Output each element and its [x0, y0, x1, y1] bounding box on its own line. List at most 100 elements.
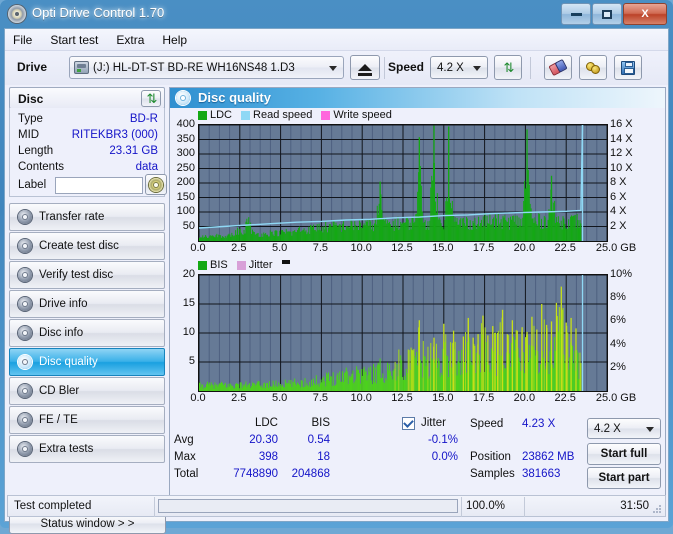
drive-toolbar: Drive (J:) HL-DT-ST BD-RE WH16NS48 1.D3 … [5, 51, 668, 85]
close-button[interactable]: X [623, 3, 667, 25]
sidebar-item-label: Transfer rate [39, 211, 105, 223]
cd-icon [149, 177, 163, 192]
stats-col-ldc: LDC [254, 417, 278, 429]
sidebar-item-fe-te[interactable]: FE / TE [9, 406, 165, 434]
sidebar-item-label: Extra tests [39, 443, 94, 455]
x-tick-label: 25.0 GB [595, 392, 637, 404]
speed-select-value: 4.2 X [437, 61, 464, 74]
legend-label: BIS [210, 259, 228, 271]
y2-tick-label: 10 X [610, 161, 633, 174]
legend-swatch [236, 260, 246, 270]
start-full-label: Start full [600, 448, 648, 460]
x-tick-label: 2.5 [231, 392, 247, 404]
y-tick-label: 10 [182, 326, 195, 338]
menu-item-extra[interactable]: Extra [116, 33, 144, 47]
menu-item-help[interactable]: Help [162, 33, 187, 47]
disc-refresh-button[interactable]: ⇅ [141, 90, 161, 107]
minimize-button[interactable] [561, 3, 591, 25]
sidebar-item-label: Drive info [39, 298, 88, 310]
sidebar-item-label: Disc quality [39, 356, 98, 368]
refresh-icon: ⇅ [503, 60, 515, 75]
x-tick-label: 15.0 [432, 392, 454, 404]
disc-icon [18, 442, 32, 456]
ldc-chart: LDC Read speed Write speed 400 350 300 250 2… [170, 108, 665, 260]
y-tick-label: 350 [176, 132, 195, 145]
y2-tick-label: 6% [610, 314, 626, 327]
menu-item-file[interactable]: File [13, 33, 32, 47]
disc-label-input[interactable] [55, 177, 143, 194]
save-button[interactable] [614, 55, 642, 80]
settings-button[interactable] [579, 55, 607, 80]
legend-item-jitter: Jitter [236, 259, 273, 271]
sidebar-item-label: Create test disc [39, 240, 119, 252]
legend-item-read-speed: Read speed [241, 109, 312, 121]
speed-label: Speed [388, 60, 425, 74]
y2-tick-label: 4 X [610, 205, 627, 217]
disc-icon [18, 413, 32, 427]
app-window: Opti Drive Control 1.70 X File Start tes… [0, 0, 673, 534]
window-title: Opti Drive Control 1.70 [32, 5, 165, 20]
sidebar-item-transfer-rate[interactable]: Transfer rate [9, 203, 165, 231]
legend-label: Read speed [253, 109, 313, 121]
y-tick-label: 400 [176, 118, 195, 130]
sidebar-item-verify-test-disc[interactable]: Verify test disc [9, 261, 165, 289]
legend-swatch [198, 260, 207, 270]
y2-tick-label: 12 X [610, 147, 633, 159]
jitter-label: Jitter [421, 417, 446, 429]
legend-swatch [321, 110, 331, 120]
menu-item-start-test[interactable]: Start test [50, 33, 98, 47]
stats-col-bis: BIS [311, 417, 330, 429]
maximize-button[interactable] [592, 3, 622, 25]
disc-panel-header: Disc ⇅ [9, 87, 165, 109]
disc-icon [18, 297, 32, 311]
chevron-down-icon [473, 65, 481, 71]
x-tick-label: 22.5 [554, 392, 576, 404]
x-tick-label: 15.0 [432, 242, 454, 254]
stats-speed-key: Speed [470, 418, 504, 430]
stats-samples-key: Samples [470, 468, 515, 480]
x-tick-label: 0.0 [190, 392, 206, 404]
sidebar-item-drive-info[interactable]: Drive info [9, 290, 165, 318]
y-tick-label: 50 [182, 219, 195, 232]
y-tick-label: 250 [176, 161, 195, 174]
sidebar-item-disc-info[interactable]: Disc info [9, 319, 165, 347]
y2-tick-label: 8% [610, 291, 626, 304]
start-part-button[interactable]: Start part [587, 467, 661, 489]
eject-button[interactable] [350, 55, 380, 80]
disc-info-panel: Type BD-R MID RITEKBR3 (000) Length 23.3… [9, 108, 167, 197]
legend-item-write-speed: Write speed [321, 109, 392, 121]
erase-button[interactable] [544, 55, 572, 80]
speed-select[interactable]: 4.2 X [430, 56, 488, 79]
sidebar-item-extra-tests[interactable]: Extra tests [9, 435, 165, 463]
refresh-button[interactable]: ⇅ [494, 55, 522, 80]
eject-icon [358, 64, 372, 76]
minimize-icon [570, 12, 582, 16]
bis-chart: BIS Jitter 20 15 10 5 10% 8% 6% 4% 2% 0.0 2.5 5.0… [170, 258, 665, 413]
y2-tick-label: 4% [610, 337, 626, 350]
start-full-button[interactable]: Start full [587, 443, 661, 465]
drive-select[interactable]: (J:) HL-DT-ST BD-RE WH16NS48 1.D3 [69, 56, 344, 79]
stats-total-bis: 204868 [291, 468, 330, 480]
y2-tick-label: 10% [610, 268, 633, 280]
test-speed-select[interactable]: 4.2 X [587, 418, 661, 439]
jitter-checkbox[interactable] [402, 417, 415, 430]
menu-bar: File Start test Extra Help [5, 29, 668, 51]
y2-tick-label: 16 X [610, 118, 633, 130]
stats-row-label-total: Total [174, 468, 199, 480]
ldc-plot-area [198, 124, 608, 242]
sidebar-item-cd-bler[interactable]: CD Bler [9, 377, 165, 405]
elapsed-time: 31:50 [620, 500, 649, 512]
x-tick-label: 7.5 [312, 392, 329, 404]
sidebar-item-create-test-disc[interactable]: Create test disc [9, 232, 165, 260]
disc-row-key: Length [18, 145, 54, 157]
disc-row-key: Contents [18, 161, 65, 173]
title-bar: Opti Drive Control 1.70 X [0, 0, 673, 28]
y2-tick-label: 2% [610, 360, 626, 373]
sidebar-item-disc-quality[interactable]: Disc quality [9, 348, 165, 376]
chevron-down-icon [329, 65, 337, 71]
statistics-panel: LDC BIS Jitter Avg 20.30 0.54 -0.1% Max … [170, 416, 665, 489]
disc-label-button[interactable] [145, 174, 167, 195]
disc-row-value: RITEKBR3 (000) [71, 129, 158, 141]
resize-grip-icon[interactable] [652, 504, 662, 514]
sidebar-item-label: CD Bler [39, 385, 80, 397]
